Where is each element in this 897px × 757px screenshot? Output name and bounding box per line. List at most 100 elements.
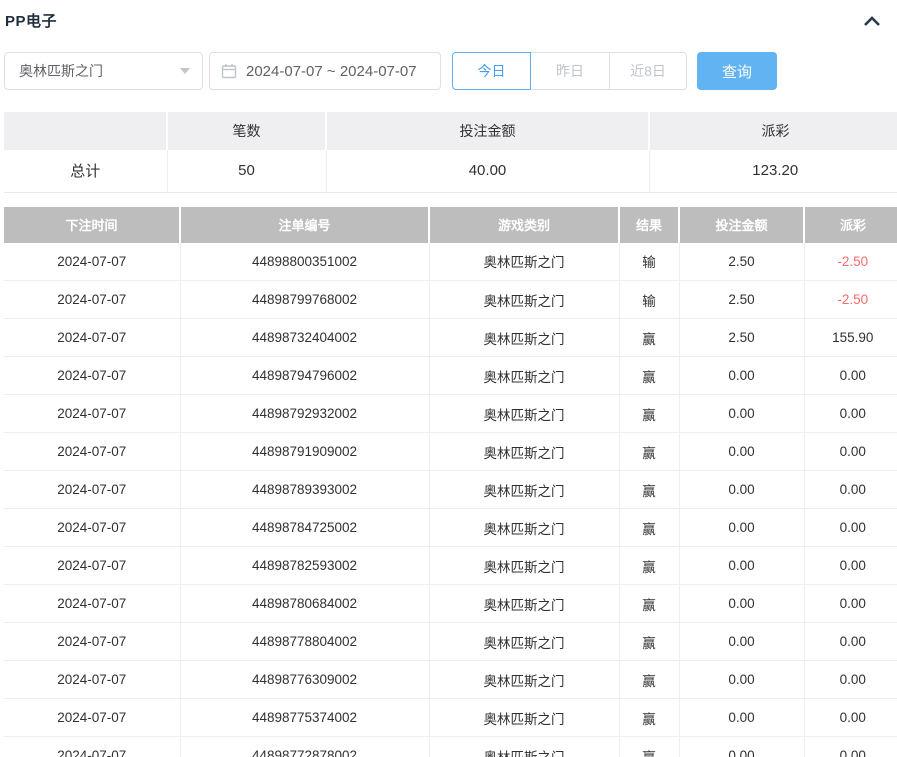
bet-id-cell: 44898775374002 (180, 699, 429, 737)
bet-time-cell: 2024-07-07 (4, 737, 180, 757)
payout-cell: 0.00 (804, 547, 897, 585)
bet-amount-cell: 0.00 (679, 433, 804, 471)
bet-time-cell: 2024-07-07 (4, 281, 180, 319)
result-cell: 赢 (619, 737, 679, 757)
table-row: 2024-07-0744898778804002奥林匹斯之门赢0.000.00 (4, 623, 897, 661)
result-cell: 赢 (619, 547, 679, 585)
panel-header: PP电子 (4, 0, 895, 30)
game-select-value: 奥林匹斯之门 (19, 61, 103, 81)
bet-time-cell: 2024-07-07 (4, 319, 180, 357)
bet-id-cell: 44898789393002 (180, 471, 429, 509)
detail-header-bet-id: 注单编号 (180, 207, 429, 243)
detail-header-result: 结果 (619, 207, 679, 243)
result-cell: 输 (619, 281, 679, 319)
table-row: 2024-07-0744898799768002奥林匹斯之门输2.50-2.50 (4, 281, 897, 319)
summary-total-bet-amount: 40.00 (326, 150, 649, 192)
bet-id-cell: 44898778804002 (180, 623, 429, 661)
payout-cell: 0.00 (804, 471, 897, 509)
game-cell: 奥林匹斯之门 (429, 281, 619, 319)
game-cell: 奥林匹斯之门 (429, 547, 619, 585)
bet-id-cell: 44898782593002 (180, 547, 429, 585)
bet-amount-cell: 0.00 (679, 357, 804, 395)
game-cell: 奥林匹斯之门 (429, 737, 619, 757)
summary-header-payout: 派彩 (649, 112, 897, 150)
summary-header-bet-amount: 投注金额 (326, 112, 649, 150)
bet-time-cell: 2024-07-07 (4, 509, 180, 547)
summary-total-row: 总计 50 40.00 123.20 (4, 150, 897, 192)
payout-cell: 0.00 (804, 357, 897, 395)
table-row: 2024-07-0744898780684002奥林匹斯之门赢0.000.00 (4, 585, 897, 623)
collapse-chevron-up-icon[interactable] (861, 12, 883, 30)
detail-header-bet-amount: 投注金额 (679, 207, 804, 243)
bet-time-cell: 2024-07-07 (4, 357, 180, 395)
detail-table-body: 2024-07-0744898800351002奥林匹斯之门输2.50-2.50… (4, 243, 897, 757)
bet-amount-cell: 2.50 (679, 281, 804, 319)
calendar-icon (221, 63, 237, 79)
detail-header-game: 游戏类别 (429, 207, 619, 243)
result-cell: 输 (619, 243, 679, 281)
result-cell: 赢 (619, 471, 679, 509)
table-row: 2024-07-0744898800351002奥林匹斯之门输2.50-2.50 (4, 243, 897, 281)
last8days-button[interactable]: 近8日 (609, 52, 687, 90)
summary-total-label: 总计 (4, 150, 167, 192)
bet-id-cell: 44898799768002 (180, 281, 429, 319)
bet-time-cell: 2024-07-07 (4, 661, 180, 699)
result-cell: 赢 (619, 395, 679, 433)
summary-header-row: 笔数 投注金额 派彩 (4, 112, 897, 150)
query-button[interactable]: 查询 (697, 52, 777, 90)
bet-id-cell: 44898780684002 (180, 585, 429, 623)
bet-amount-cell: 0.00 (679, 737, 804, 757)
game-cell: 奥林匹斯之门 (429, 661, 619, 699)
table-row: 2024-07-0744898732404002奥林匹斯之门赢2.50155.9… (4, 319, 897, 357)
bet-time-cell: 2024-07-07 (4, 395, 180, 433)
result-cell: 赢 (619, 319, 679, 357)
summary-total-payout: 123.20 (649, 150, 897, 192)
payout-cell: 0.00 (804, 395, 897, 433)
payout-cell: 0.00 (804, 433, 897, 471)
bet-id-cell: 44898792932002 (180, 395, 429, 433)
bet-amount-cell: 0.00 (679, 509, 804, 547)
game-cell: 奥林匹斯之门 (429, 509, 619, 547)
bet-time-cell: 2024-07-07 (4, 433, 180, 471)
payout-cell: -2.50 (804, 243, 897, 281)
game-cell: 奥林匹斯之门 (429, 243, 619, 281)
result-cell: 赢 (619, 433, 679, 471)
bet-amount-cell: 2.50 (679, 243, 804, 281)
bet-amount-cell: 0.00 (679, 623, 804, 661)
pp-dianzi-panel: PP电子 奥林匹斯之门 2024-07-07 ~ 2024-07-07 (0, 0, 897, 757)
chevron-up-icon (863, 15, 881, 27)
quick-date-button-group: 今日 昨日 近8日 (452, 52, 687, 90)
result-cell: 赢 (619, 661, 679, 699)
bet-amount-cell: 0.00 (679, 547, 804, 585)
bet-time-cell: 2024-07-07 (4, 547, 180, 585)
detail-header-bet-time: 下注时间 (4, 207, 180, 243)
bet-amount-cell: 0.00 (679, 471, 804, 509)
bet-amount-cell: 2.50 (679, 319, 804, 357)
today-button[interactable]: 今日 (452, 52, 531, 90)
table-row: 2024-07-0744898784725002奥林匹斯之门赢0.000.00 (4, 509, 897, 547)
table-row: 2024-07-0744898792932002奥林匹斯之门赢0.000.00 (4, 395, 897, 433)
bet-time-cell: 2024-07-07 (4, 243, 180, 281)
game-select[interactable]: 奥林匹斯之门 (4, 52, 203, 90)
payout-cell: 0.00 (804, 699, 897, 737)
bet-id-cell: 44898800351002 (180, 243, 429, 281)
date-range-value: 2024-07-07 ~ 2024-07-07 (246, 63, 417, 80)
payout-cell: 0.00 (804, 509, 897, 547)
game-cell: 奥林匹斯之门 (429, 699, 619, 737)
chevron-down-icon (180, 68, 190, 74)
yesterday-button[interactable]: 昨日 (530, 52, 610, 90)
bet-amount-cell: 0.00 (679, 395, 804, 433)
payout-cell: 0.00 (804, 623, 897, 661)
bet-time-cell: 2024-07-07 (4, 699, 180, 737)
date-range-input[interactable]: 2024-07-07 ~ 2024-07-07 (209, 52, 441, 90)
summary-header-empty (4, 112, 167, 150)
detail-header-payout: 派彩 (804, 207, 897, 243)
game-cell: 奥林匹斯之门 (429, 433, 619, 471)
result-cell: 赢 (619, 357, 679, 395)
payout-cell: 155.90 (804, 319, 897, 357)
payout-cell: 0.00 (804, 585, 897, 623)
table-row: 2024-07-0744898772878002奥林匹斯之门赢0.000.00 (4, 737, 897, 757)
table-row: 2024-07-0744898782593002奥林匹斯之门赢0.000.00 (4, 547, 897, 585)
payout-cell: 0.00 (804, 661, 897, 699)
bet-amount-cell: 0.00 (679, 661, 804, 699)
